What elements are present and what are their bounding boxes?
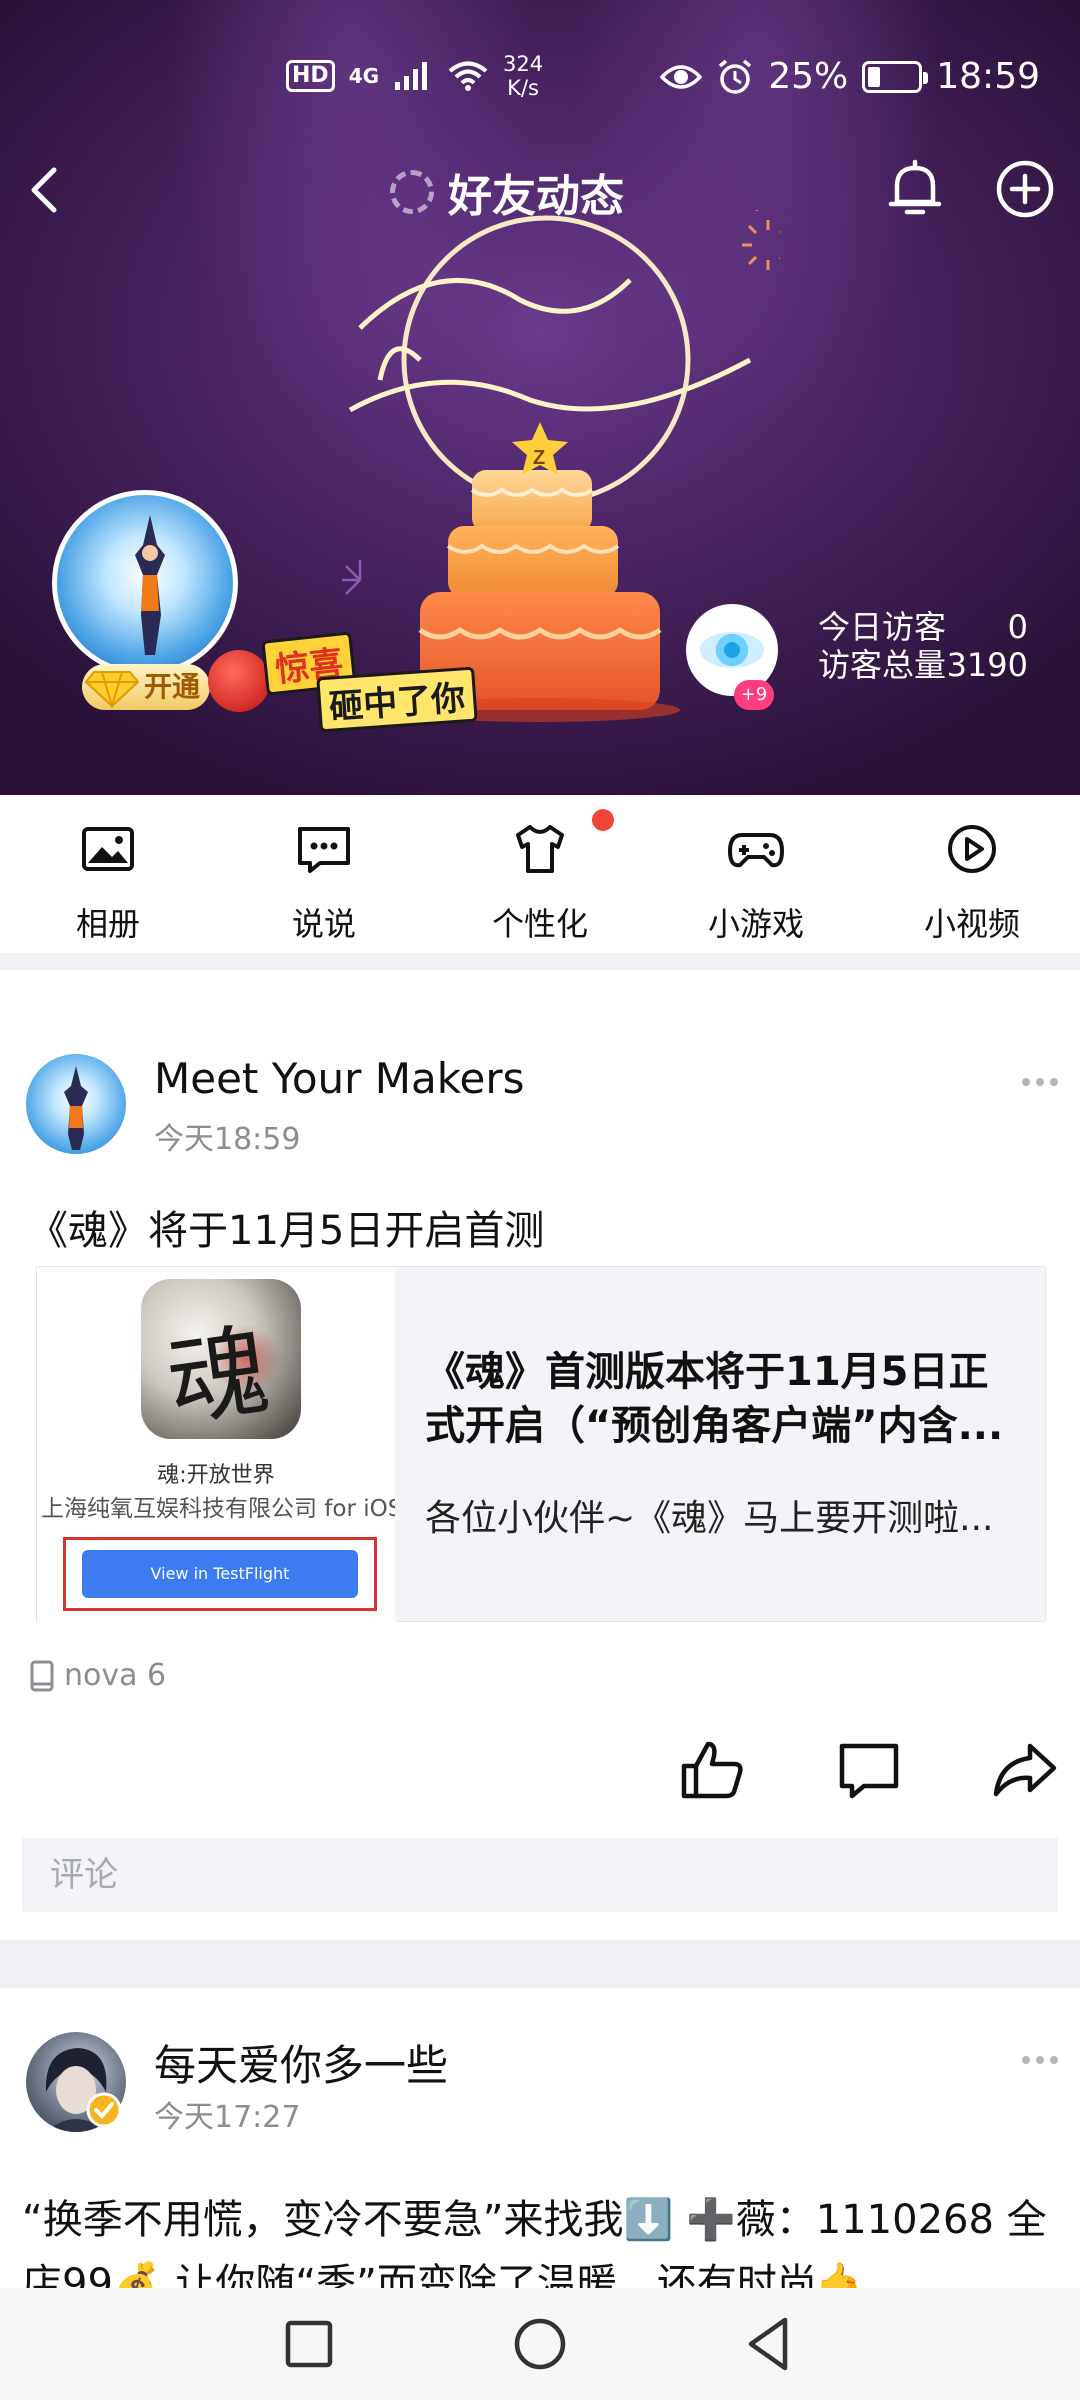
total-visitors-label: 访客总量 — [818, 646, 947, 684]
profile-header: HD 4G 324 K/s 25% 18:59 好友动态 Z 开通 惊喜 砸中了… — [0, 0, 1080, 795]
total-visitors-value: 3190 — [946, 646, 1028, 684]
network-type: 4G — [348, 64, 380, 88]
shortcut-message-label: 说说 — [291, 905, 356, 943]
shared-link-subtitle: 各位小伙伴~《魂》马上要开测啦... — [425, 1498, 994, 1539]
feed-post: Meet Your Makers 今天18:59 《魂》将于11月5日开启首测 … — [0, 970, 1080, 1940]
back-nav-icon[interactable] — [735, 2312, 805, 2376]
battery-icon — [862, 60, 929, 93]
app-company: 上海纯氧互娱科技有限公司 for iOS — [41, 1496, 395, 1522]
system-navigation-bar — [0, 2288, 1080, 2400]
profile-avatar[interactable] — [52, 490, 238, 676]
tshirt-icon — [516, 825, 564, 873]
post-time: 今天18:59 — [154, 1122, 301, 1157]
avatar-figure-icon — [64, 1066, 88, 1150]
shared-link-card[interactable]: 魂 魂:开放世界 上海纯氧互娱科技有限公司 for iOS View in Te… — [36, 1266, 1046, 1623]
loading-spinner-icon — [390, 170, 434, 214]
comment-icon[interactable] — [834, 1738, 904, 1802]
testflight-button: View in TestFlight — [82, 1550, 358, 1598]
feed-post: 每天爱你多一些 今天17:27 “换季不用慌，变冷不要急”来找我⬇️ ➕薇：11… — [0, 1988, 1080, 2307]
diamond-icon — [84, 671, 140, 708]
status-bar: HD 4G 324 K/s 25% 18:59 — [0, 0, 1080, 160]
network-speed: 324 K/s — [503, 52, 544, 100]
app-name: 魂:开放世界 — [157, 1463, 275, 1488]
shared-link-thumbnail: 魂 魂:开放世界 上海纯氧互娱科技有限公司 for iOS View in Te… — [37, 1267, 395, 1623]
home-icon[interactable] — [505, 2312, 575, 2376]
phone-icon — [30, 1660, 54, 1691]
shortcut-album[interactable]: 相册 — [0, 795, 216, 953]
hd-indicator: HD — [286, 60, 335, 92]
more-icon[interactable] — [1020, 2052, 1060, 2068]
bell-icon[interactable] — [885, 158, 945, 222]
verified-badge-icon — [86, 2092, 122, 2128]
shortcut-video[interactable]: 小视频 — [864, 795, 1080, 953]
svg-text:Z: Z — [533, 447, 545, 469]
surprise-promo-line2[interactable]: 砸中了你 — [316, 666, 478, 733]
testflight-highlight: View in TestFlight — [63, 1537, 377, 1611]
device-info: nova 6 — [30, 1658, 166, 1693]
app-icon: 魂 — [141, 1279, 301, 1441]
post-author-name[interactable]: Meet Your Makers — [154, 1054, 525, 1103]
today-visitors-label: 今日访客 — [818, 608, 947, 646]
avatar-figure-icon — [135, 515, 165, 655]
visitor-count-badge: +9 — [734, 680, 774, 710]
message-icon — [298, 827, 350, 873]
video-icon — [948, 825, 996, 873]
back-icon[interactable] — [18, 160, 78, 220]
shortcut-video-label: 小视频 — [923, 905, 1020, 943]
gamepad-icon — [728, 833, 784, 868]
post-author-name[interactable]: 每天爱你多一些 — [154, 2032, 448, 2093]
shortcut-bar: 相册 说说 个性化 小游戏 小视频 — [0, 795, 1080, 953]
clock: 18:59 — [936, 56, 1040, 97]
shared-link-title: 《魂》首测版本将于11月5日正式开启（“预创角客户端”内含... — [425, 1349, 1004, 1449]
post-text: 《魂》将于11月5日开启首测 — [28, 1208, 545, 1254]
total-visitors-row: 访客总量 3190 — [818, 646, 1028, 684]
share-icon[interactable] — [990, 1738, 1060, 1802]
bomb-icon — [208, 650, 270, 712]
battery-percent: 25% — [768, 56, 849, 97]
comment-input[interactable]: 评论 — [22, 1838, 1058, 1912]
status-left: HD 4G 324 K/s — [286, 52, 543, 100]
eye-comfort-icon — [660, 64, 703, 89]
visitor-stats[interactable]: 今日访客 0 访客总量 3190 — [818, 608, 1028, 684]
shortcut-games[interactable]: 小游戏 — [648, 795, 864, 953]
post-author-avatar[interactable] — [26, 1054, 126, 1154]
shortcut-album-label: 相册 — [75, 905, 140, 943]
more-icon[interactable] — [1020, 1074, 1060, 1090]
recent-apps-icon[interactable] — [274, 2312, 344, 2376]
add-icon[interactable] — [994, 158, 1056, 220]
today-visitors-row: 今日访客 0 — [818, 608, 1028, 646]
signal-icon — [395, 62, 428, 90]
shortcut-personalize-label: 个性化 — [491, 905, 588, 943]
status-right: 25% 18:59 — [660, 56, 1040, 97]
shortcut-personalize[interactable]: 个性化 — [432, 795, 648, 953]
shortcut-message[interactable]: 说说 — [216, 795, 432, 953]
alarm-icon — [719, 59, 752, 94]
notification-dot — [592, 809, 614, 831]
wifi-icon — [448, 61, 488, 91]
album-icon — [82, 827, 134, 871]
post-time: 今天17:27 — [154, 2100, 301, 2135]
like-icon[interactable] — [678, 1738, 748, 1802]
today-visitors-value: 0 — [1007, 608, 1028, 646]
device-name: nova 6 — [64, 1658, 167, 1693]
shortcut-games-label: 小游戏 — [707, 905, 804, 943]
